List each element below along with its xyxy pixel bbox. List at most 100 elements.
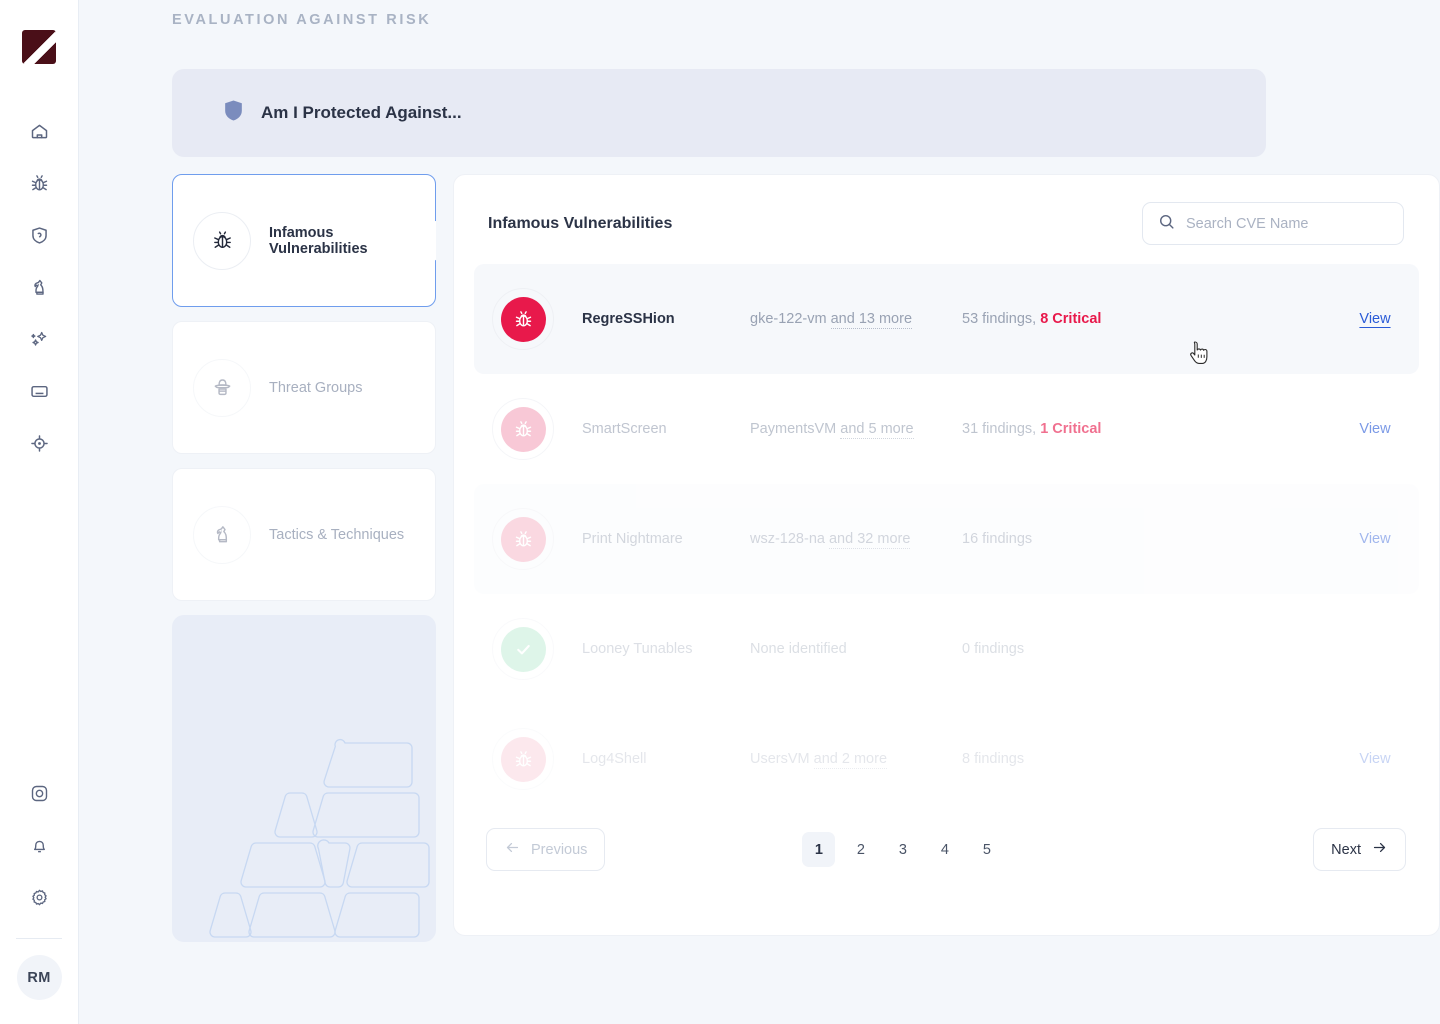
home-icon [29,121,50,147]
status-badge [492,618,554,680]
category-label: Tactics & Techniques [269,527,404,543]
more-assets-link[interactable]: and 32 more [829,531,910,549]
previous-page-button[interactable]: Previous [486,828,605,871]
status-badge [492,288,554,350]
category-label: Infamous Vulnerabilities [269,225,435,257]
chess-knight-icon [29,277,50,303]
arrow-left-icon [504,839,521,860]
main-content: EVALUATION AGAINST RISK Am I Protected A… [79,0,1440,1024]
banner-title: Am I Protected Against... [261,103,462,123]
asset-name: None identified [750,641,847,657]
findings-summary: 16 findings [962,531,1343,547]
bug-icon [193,212,251,270]
asset-name: gke-122-vm [750,311,827,327]
next-label: Next [1331,842,1361,858]
table-row[interactable]: RegreSSHion gke-122-vm and 13 more 53 fi… [474,264,1419,374]
search-input[interactable] [1186,216,1389,232]
sidebar-nav-secondary: RM [13,770,65,1024]
category-label: Threat Groups [269,380,363,396]
category-card-threat-groups[interactable]: Threat Groups [172,321,436,454]
asset-name: wsz-128-na [750,531,825,547]
panel-title: Infamous Vulnerabilities [488,215,672,233]
sparkles-icon [29,329,50,355]
stacked-bars-illustration [172,615,436,942]
affected-assets: UsersVM and 2 more [750,751,962,767]
findings-summary: 31 findings, 1 Critical [962,421,1343,437]
sidebar-item-vulnerabilities[interactable] [13,160,65,212]
table-row[interactable]: Log4Shell UsersVM and 2 more 8 findings … [474,704,1419,814]
crosshair-icon [29,433,50,459]
vulnerability-name: SmartScreen [582,421,750,437]
spy-hat-icon [193,359,251,417]
table-row[interactable]: Looney Tunables None identified 0 findin… [474,594,1419,704]
status-badge [492,508,554,570]
bug-icon [29,173,50,199]
page-title: EVALUATION AGAINST RISK [172,12,1440,28]
previous-label: Previous [531,842,587,858]
more-assets-link[interactable]: and 2 more [814,751,887,769]
page-number-5[interactable]: 5 [970,832,1003,867]
sidebar: RM [0,0,79,1024]
sidebar-item-home[interactable] [13,108,65,160]
pagination: Previous 1 2 3 4 5 Next [474,828,1419,871]
sidebar-item-insights[interactable] [13,316,65,368]
page-number-2[interactable]: 2 [844,832,877,867]
sidebar-item-help[interactable] [13,770,65,822]
findings-count: 53 findings, [962,311,1040,327]
vulnerability-name: RegreSSHion [582,311,750,327]
affected-assets: wsz-128-na and 32 more [750,531,962,547]
arrow-right-icon [1371,839,1388,860]
sidebar-item-notifications[interactable] [13,822,65,874]
sidebar-item-protection[interactable] [13,212,65,264]
protection-banner[interactable]: Am I Protected Against... [172,69,1266,157]
sidebar-divider [16,938,62,939]
category-card-infamous-vulnerabilities[interactable]: Infamous Vulnerabilities [172,174,436,307]
lifebuoy-icon [29,783,50,809]
content-columns: Infamous Vulnerabilities Threat Groups [172,174,1440,942]
bug-icon [501,517,546,562]
view-link[interactable]: View [1343,531,1407,547]
vulnerability-name: Print Nightmare [582,531,750,547]
sidebar-item-assets[interactable] [13,368,65,420]
panel-header: Infamous Vulnerabilities [474,202,1419,245]
more-assets-link[interactable]: and 5 more [840,421,913,439]
status-badge [492,728,554,790]
next-page-button[interactable]: Next [1313,828,1406,871]
view-link[interactable]: View [1343,751,1407,767]
asset-name: UsersVM [750,751,810,767]
chess-knight-icon [193,506,251,564]
page-number-4[interactable]: 4 [928,832,961,867]
shield-icon [221,98,246,128]
sidebar-item-threats[interactable] [13,264,65,316]
table-row[interactable]: SmartScreen PaymentsVM and 5 more 31 fin… [474,374,1419,484]
gear-icon [29,887,50,913]
bell-icon [29,835,50,861]
table-row[interactable]: Print Nightmare wsz-128-na and 32 more 1… [474,484,1419,594]
vulnerability-name: Looney Tunables [582,641,750,657]
page-number-1[interactable]: 1 [802,832,835,867]
avatar[interactable]: RM [17,955,62,1000]
sidebar-nav-primary [13,108,65,472]
sidebar-item-settings[interactable] [13,874,65,926]
search-box[interactable] [1142,202,1404,245]
vulnerabilities-panel: Infamous Vulnerabilities [453,174,1440,936]
critical-count: 1 Critical [1040,421,1101,437]
affected-assets: gke-122-vm and 13 more [750,311,962,327]
asset-name: PaymentsVM [750,421,836,437]
findings-summary: 0 findings [962,641,1343,657]
more-assets-link[interactable]: and 13 more [831,311,912,329]
vulnerability-list: RegreSSHion gke-122-vm and 13 more 53 fi… [474,264,1419,814]
page-number-3[interactable]: 3 [886,832,919,867]
view-link[interactable]: View [1343,421,1407,437]
findings-count: 8 findings [962,751,1024,767]
search-icon [1157,212,1176,236]
affected-assets: PaymentsVM and 5 more [750,421,962,437]
sidebar-item-targets[interactable] [13,420,65,472]
category-card-tactics-techniques[interactable]: Tactics & Techniques [172,468,436,601]
affected-assets: None identified [750,641,962,657]
check-icon [501,627,546,672]
bug-icon [501,297,546,342]
app-root: RM EVALUATION AGAINST RISK Am I Protecte… [0,0,1440,1024]
app-logo[interactable] [22,30,56,64]
view-link[interactable]: View [1343,311,1407,327]
